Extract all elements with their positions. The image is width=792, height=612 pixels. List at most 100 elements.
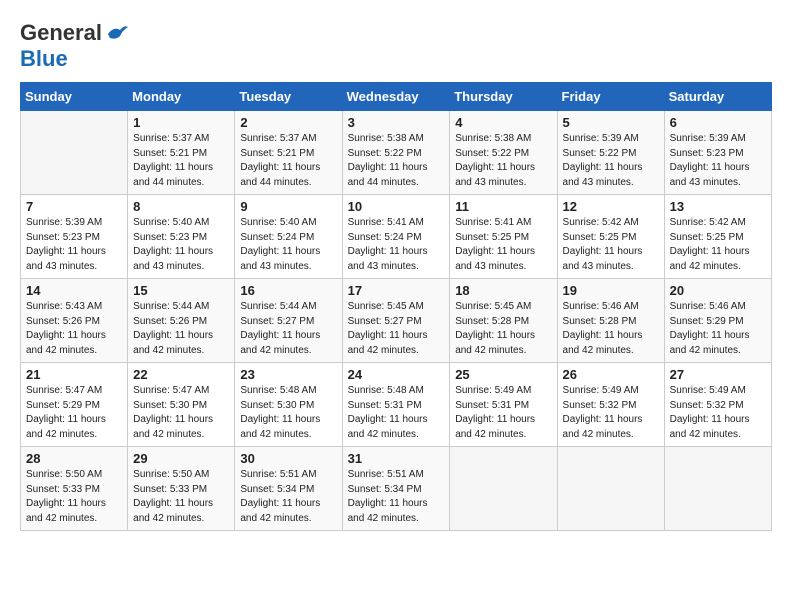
- calendar-week-3: 14Sunrise: 5:43 AM Sunset: 5:26 PM Dayli…: [21, 279, 772, 363]
- day-info: Sunrise: 5:42 AM Sunset: 5:25 PM Dayligh…: [670, 216, 766, 274]
- day-info: Sunrise: 5:48 AM Sunset: 5:31 PM Dayligh…: [348, 384, 445, 442]
- calendar-cell: [664, 447, 771, 531]
- day-info: Sunrise: 5:39 AM Sunset: 5:23 PM Dayligh…: [670, 132, 766, 190]
- logo: General Blue: [20, 20, 128, 72]
- logo-bird-icon: [106, 24, 128, 42]
- day-info: Sunrise: 5:38 AM Sunset: 5:22 PM Dayligh…: [348, 132, 445, 190]
- day-info: Sunrise: 5:49 AM Sunset: 5:31 PM Dayligh…: [455, 384, 551, 442]
- day-number: 12: [563, 199, 659, 214]
- calendar-cell: 22Sunrise: 5:47 AM Sunset: 5:30 PM Dayli…: [128, 363, 235, 447]
- day-info: Sunrise: 5:37 AM Sunset: 5:21 PM Dayligh…: [240, 132, 336, 190]
- day-info: Sunrise: 5:43 AM Sunset: 5:26 PM Dayligh…: [26, 300, 122, 358]
- day-info: Sunrise: 5:45 AM Sunset: 5:27 PM Dayligh…: [348, 300, 445, 358]
- day-number: 4: [455, 115, 551, 130]
- day-number: 16: [240, 283, 336, 298]
- day-number: 13: [670, 199, 766, 214]
- day-info: Sunrise: 5:41 AM Sunset: 5:25 PM Dayligh…: [455, 216, 551, 274]
- day-info: Sunrise: 5:50 AM Sunset: 5:33 PM Dayligh…: [133, 468, 229, 526]
- weekday-header-wednesday: Wednesday: [342, 83, 450, 111]
- day-number: 24: [348, 367, 445, 382]
- day-number: 20: [670, 283, 766, 298]
- day-number: 11: [455, 199, 551, 214]
- day-number: 21: [26, 367, 122, 382]
- calendar-cell: 28 Sunrise: 5:50 AM Sunset: 5:33 PM Dayli…: [21, 447, 128, 531]
- day-info: Sunrise: 5:37 AM Sunset: 5:21 PM Dayligh…: [133, 132, 229, 190]
- calendar-cell: [21, 111, 128, 195]
- day-number: 26: [563, 367, 659, 382]
- day-number: 28: [26, 451, 122, 466]
- calendar-cell: 26Sunrise: 5:49 AM Sunset: 5:32 PM Dayli…: [557, 363, 664, 447]
- calendar-table: SundayMondayTuesdayWednesdayThursdayFrid…: [20, 82, 772, 531]
- calendar-cell: 23 Sunrise: 5:48 AM Sunset: 5:30 PM Dayli…: [235, 363, 342, 447]
- day-info: Sunrise: 5:48 AM Sunset: 5:30 PM Dayligh…: [240, 384, 336, 442]
- day-info: Sunrise: 5:50 AM Sunset: 5:33 PM Dayligh…: [26, 468, 122, 526]
- calendar-cell: 24 Sunrise: 5:48 AM Sunset: 5:31 PM Dayli…: [342, 363, 450, 447]
- calendar-week-1: 1 Sunrise: 5:37 AM Sunset: 5:21 PM Daylig…: [21, 111, 772, 195]
- calendar-cell: [557, 447, 664, 531]
- day-info: Sunrise: 5:47 AM Sunset: 5:29 PM Dayligh…: [26, 384, 122, 442]
- day-number: 2: [240, 115, 336, 130]
- calendar-cell: 31 Sunrise: 5:51 AM Sunset: 5:34 PM Dayli…: [342, 447, 450, 531]
- calendar-week-4: 21 Sunrise: 5:47 AM Sunset: 5:29 PM Dayli…: [21, 363, 772, 447]
- calendar-cell: 12 Sunrise: 5:42 AM Sunset: 5:25 PM Dayli…: [557, 195, 664, 279]
- day-number: 27: [670, 367, 766, 382]
- day-number: 1: [133, 115, 229, 130]
- day-number: 6: [670, 115, 766, 130]
- calendar-cell: 25 Sunrise: 5:49 AM Sunset: 5:31 PM Dayli…: [450, 363, 557, 447]
- day-info: Sunrise: 5:49 AM Sunset: 5:32 PM Dayligh…: [670, 384, 766, 442]
- day-info: Sunrise: 5:51 AM Sunset: 5:34 PM Dayligh…: [348, 468, 445, 526]
- calendar-cell: 17 Sunrise: 5:45 AM Sunset: 5:27 PM Dayli…: [342, 279, 450, 363]
- day-number: 9: [240, 199, 336, 214]
- calendar-cell: 21 Sunrise: 5:47 AM Sunset: 5:29 PM Dayli…: [21, 363, 128, 447]
- calendar-cell: 1 Sunrise: 5:37 AM Sunset: 5:21 PM Daylig…: [128, 111, 235, 195]
- calendar-cell: 8Sunrise: 5:40 AM Sunset: 5:23 PM Daylig…: [128, 195, 235, 279]
- day-number: 30: [240, 451, 336, 466]
- calendar-cell: 5 Sunrise: 5:39 AM Sunset: 5:22 PM Daylig…: [557, 111, 664, 195]
- calendar-cell: 16 Sunrise: 5:44 AM Sunset: 5:27 PM Dayli…: [235, 279, 342, 363]
- weekday-header-sunday: Sunday: [21, 83, 128, 111]
- day-info: Sunrise: 5:40 AM Sunset: 5:23 PM Dayligh…: [133, 216, 229, 274]
- calendar-cell: 3 Sunrise: 5:38 AM Sunset: 5:22 PM Daylig…: [342, 111, 450, 195]
- logo-general: General: [20, 20, 102, 46]
- calendar-week-5: 28 Sunrise: 5:50 AM Sunset: 5:33 PM Dayli…: [21, 447, 772, 531]
- weekday-header-thursday: Thursday: [450, 83, 557, 111]
- day-info: Sunrise: 5:46 AM Sunset: 5:28 PM Dayligh…: [563, 300, 659, 358]
- calendar-cell: [450, 447, 557, 531]
- day-info: Sunrise: 5:39 AM Sunset: 5:22 PM Dayligh…: [563, 132, 659, 190]
- day-info: Sunrise: 5:39 AM Sunset: 5:23 PM Dayligh…: [26, 216, 122, 274]
- calendar-cell: 27 Sunrise: 5:49 AM Sunset: 5:32 PM Dayli…: [664, 363, 771, 447]
- calendar-cell: 29Sunrise: 5:50 AM Sunset: 5:33 PM Dayli…: [128, 447, 235, 531]
- day-info: Sunrise: 5:46 AM Sunset: 5:29 PM Dayligh…: [670, 300, 766, 358]
- day-number: 23: [240, 367, 336, 382]
- day-number: 3: [348, 115, 445, 130]
- weekday-header-friday: Friday: [557, 83, 664, 111]
- calendar-cell: 2 Sunrise: 5:37 AM Sunset: 5:21 PM Daylig…: [235, 111, 342, 195]
- day-number: 22: [133, 367, 229, 382]
- calendar-cell: 6 Sunrise: 5:39 AM Sunset: 5:23 PM Daylig…: [664, 111, 771, 195]
- weekday-header-monday: Monday: [128, 83, 235, 111]
- calendar-week-2: 7 Sunrise: 5:39 AM Sunset: 5:23 PM Daylig…: [21, 195, 772, 279]
- day-info: Sunrise: 5:42 AM Sunset: 5:25 PM Dayligh…: [563, 216, 659, 274]
- weekday-header-tuesday: Tuesday: [235, 83, 342, 111]
- day-number: 5: [563, 115, 659, 130]
- calendar-cell: 15Sunrise: 5:44 AM Sunset: 5:26 PM Dayli…: [128, 279, 235, 363]
- day-number: 17: [348, 283, 445, 298]
- calendar-cell: 14Sunrise: 5:43 AM Sunset: 5:26 PM Dayli…: [21, 279, 128, 363]
- day-number: 31: [348, 451, 445, 466]
- calendar-cell: 10Sunrise: 5:41 AM Sunset: 5:24 PM Dayli…: [342, 195, 450, 279]
- weekday-header-saturday: Saturday: [664, 83, 771, 111]
- calendar-cell: 18Sunrise: 5:45 AM Sunset: 5:28 PM Dayli…: [450, 279, 557, 363]
- calendar-cell: 20 Sunrise: 5:46 AM Sunset: 5:29 PM Dayli…: [664, 279, 771, 363]
- calendar-cell: 4Sunrise: 5:38 AM Sunset: 5:22 PM Daylig…: [450, 111, 557, 195]
- day-number: 7: [26, 199, 122, 214]
- calendar-cell: 30Sunrise: 5:51 AM Sunset: 5:34 PM Dayli…: [235, 447, 342, 531]
- calendar-header-row: SundayMondayTuesdayWednesdayThursdayFrid…: [21, 83, 772, 111]
- day-number: 19: [563, 283, 659, 298]
- day-info: Sunrise: 5:40 AM Sunset: 5:24 PM Dayligh…: [240, 216, 336, 274]
- day-number: 25: [455, 367, 551, 382]
- day-info: Sunrise: 5:44 AM Sunset: 5:27 PM Dayligh…: [240, 300, 336, 358]
- day-number: 15: [133, 283, 229, 298]
- calendar-cell: 19 Sunrise: 5:46 AM Sunset: 5:28 PM Dayli…: [557, 279, 664, 363]
- day-info: Sunrise: 5:45 AM Sunset: 5:28 PM Dayligh…: [455, 300, 551, 358]
- day-info: Sunrise: 5:41 AM Sunset: 5:24 PM Dayligh…: [348, 216, 445, 274]
